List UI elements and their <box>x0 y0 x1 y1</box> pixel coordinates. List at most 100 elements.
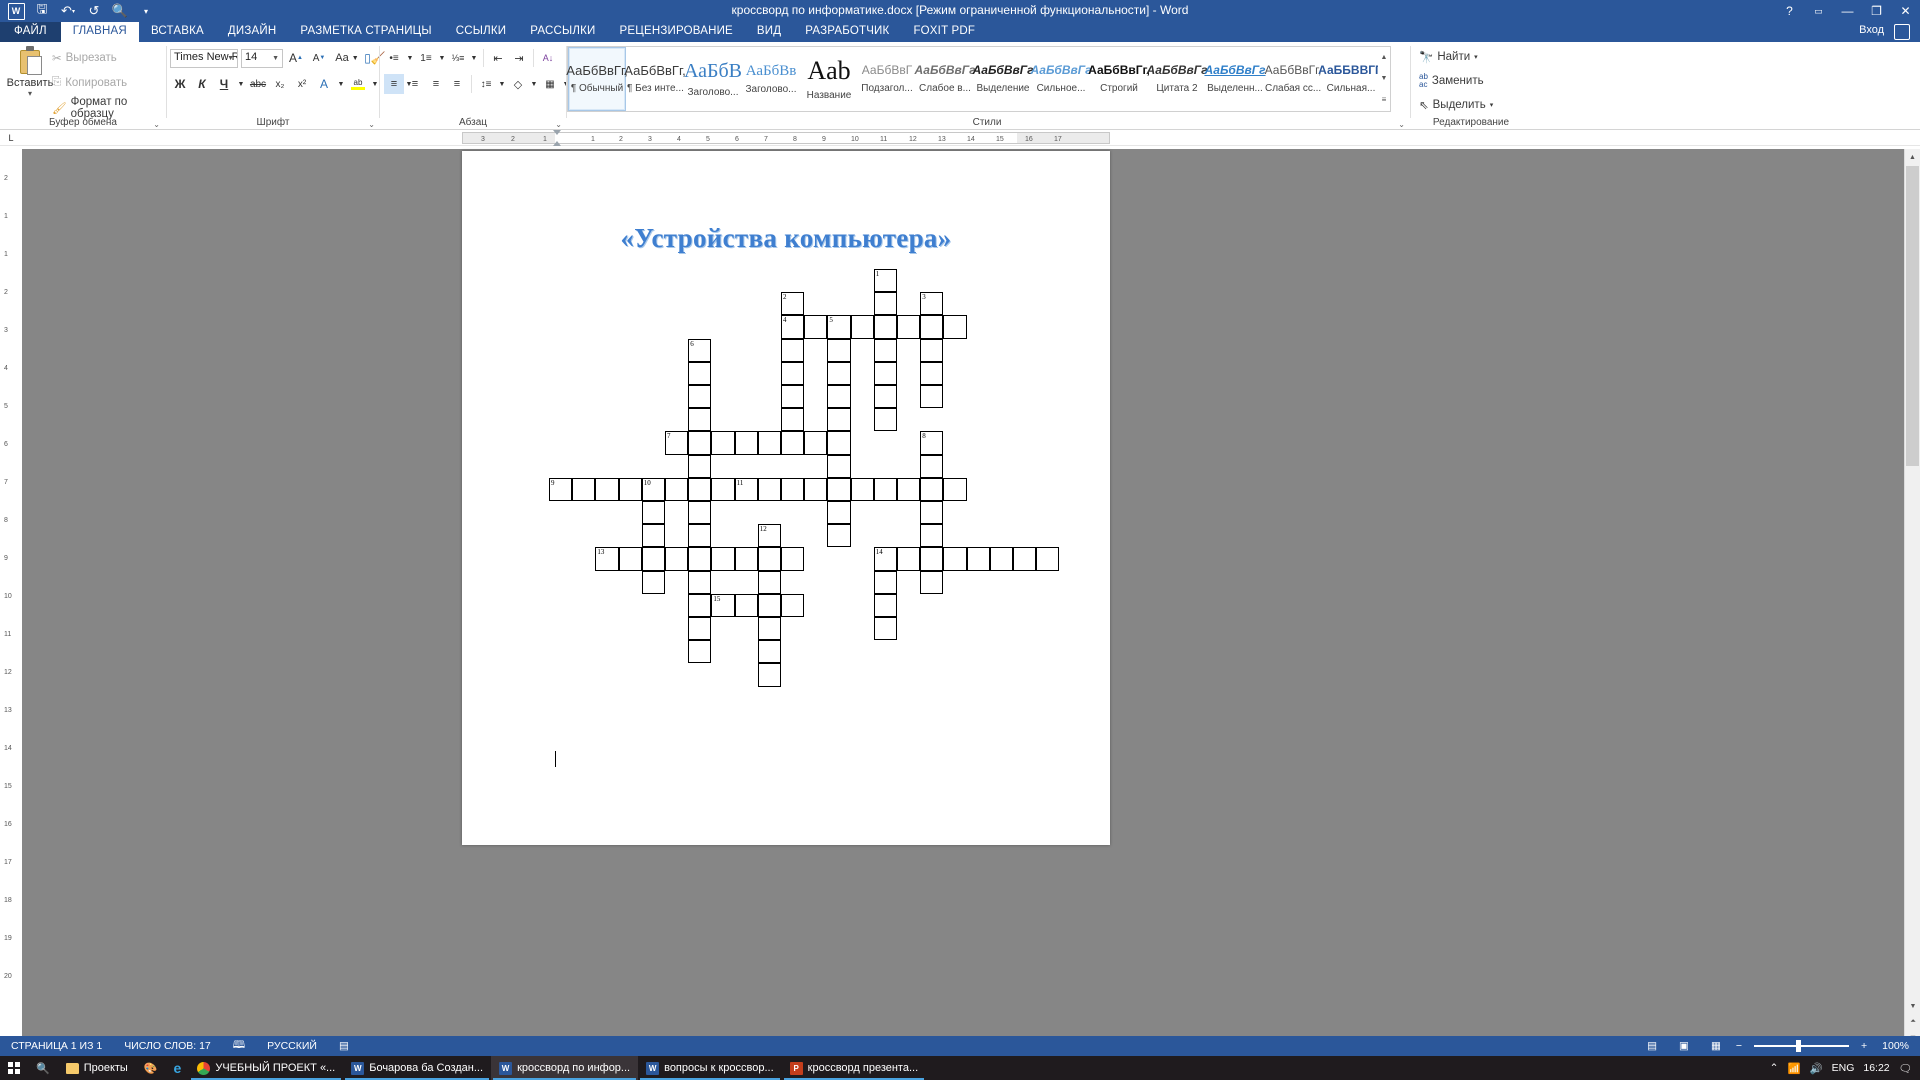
crossword-cell[interactable] <box>781 547 805 571</box>
file-explorer-button[interactable]: Проекты <box>58 1056 136 1080</box>
tray-language[interactable]: ENG <box>1832 1062 1855 1074</box>
crossword-cell[interactable] <box>757 663 781 687</box>
crossword-cell[interactable] <box>757 617 781 641</box>
taskbar-item-0[interactable]: УЧЕБНЫЙ ПРОЕКТ «... <box>189 1056 343 1080</box>
sort-button[interactable]: А↓ <box>538 48 558 68</box>
bold-button[interactable]: Ж <box>170 74 190 94</box>
crossword-cell[interactable] <box>827 431 851 455</box>
crossword-cell[interactable] <box>688 640 712 664</box>
text-effects-button[interactable]: A <box>314 74 334 94</box>
crossword-cell[interactable] <box>688 501 712 525</box>
crossword-cell[interactable]: 4 <box>781 315 805 339</box>
account-icon[interactable] <box>1894 24 1910 40</box>
crossword-cell[interactable] <box>920 501 944 525</box>
crossword-cell[interactable] <box>711 547 735 571</box>
crossword-cell[interactable] <box>781 338 805 362</box>
tab-4[interactable]: РАЗМЕТКА СТРАНИЦЫ <box>288 22 443 42</box>
taskbar-item-4[interactable]: Pкроссворд презента... <box>782 1056 927 1080</box>
crossword-cell[interactable] <box>618 547 642 571</box>
zoom-level[interactable]: 100% <box>1871 1040 1920 1052</box>
crossword-cell[interactable] <box>827 385 851 409</box>
crossword-cell[interactable] <box>873 570 897 594</box>
bullets-dropdown-icon[interactable]: ▼ <box>405 48 415 68</box>
crossword-cell[interactable] <box>943 477 967 501</box>
crossword-cell[interactable] <box>943 547 967 571</box>
crossword-cell[interactable] <box>595 477 619 501</box>
crossword-cell[interactable]: 15 <box>711 593 735 617</box>
start-button[interactable] <box>0 1056 28 1080</box>
crossword-cell[interactable] <box>688 570 712 594</box>
crossword-cell[interactable] <box>1013 547 1037 571</box>
sign-in-label[interactable]: Вход <box>1859 24 1884 36</box>
crossword-cell[interactable] <box>1036 547 1060 571</box>
change-case-button[interactable]: Aa ▼ <box>332 48 362 68</box>
cut-button[interactable]: ✂ Вырезать <box>52 48 166 67</box>
superscript-button[interactable]: x² <box>292 74 312 94</box>
crossword-cell[interactable]: 8 <box>920 431 944 455</box>
style-item-3[interactable]: АаБбВв Заголово... <box>742 47 800 111</box>
crossword-cell[interactable] <box>641 524 665 548</box>
paint-button[interactable]: 🎨 <box>136 1056 166 1080</box>
crossword-cell[interactable] <box>688 477 712 501</box>
crossword-cell[interactable]: 14 <box>873 547 897 571</box>
crossword-cell[interactable] <box>688 524 712 548</box>
crossword-cell[interactable] <box>641 547 665 571</box>
crossword-cell[interactable] <box>920 570 944 594</box>
crossword-cell[interactable] <box>688 593 712 617</box>
crossword-cell[interactable] <box>711 477 735 501</box>
line-spacing-dropdown-icon[interactable]: ▼ <box>497 74 507 94</box>
language-indicator[interactable]: РУССКИЙ <box>256 1040 328 1052</box>
style-item-12[interactable]: АаБбВвГг, Слабая сс... <box>1264 47 1322 111</box>
horizontal-ruler[interactable]: 3 2 1 1 2 3 4 5 6 7 8 9 10 11 12 13 14 15 16 17 <box>462 130 1110 146</box>
crossword-cell[interactable] <box>827 338 851 362</box>
crossword-cell[interactable] <box>966 547 990 571</box>
crossword-cell[interactable] <box>618 477 642 501</box>
scroll-down-icon[interactable]: ▼ <box>1905 998 1920 1014</box>
styles-scrollbar[interactable]: ▲ ▼ ≡ <box>1378 46 1391 112</box>
crossword-cell[interactable] <box>688 385 712 409</box>
crossword-cell[interactable] <box>757 640 781 664</box>
crossword-cell[interactable] <box>873 361 897 385</box>
restore-icon[interactable]: ❐ <box>1862 0 1891 22</box>
crossword-cell[interactable] <box>873 408 897 432</box>
crossword-cell[interactable] <box>827 361 851 385</box>
crossword-cell[interactable]: 12 <box>757 524 781 548</box>
crossword-cell[interactable] <box>873 338 897 362</box>
crossword-cell[interactable] <box>688 408 712 432</box>
taskbar-item-1[interactable]: W Бочарова ба Создан... <box>343 1056 491 1080</box>
crossword-cell[interactable] <box>920 454 944 478</box>
text-effects-dropdown-icon[interactable]: ▼ <box>336 74 346 94</box>
taskbar-item-2[interactable]: Wкроссворд по инфор... <box>491 1056 639 1080</box>
shading-dropdown-icon[interactable]: ▼ <box>529 74 539 94</box>
crossword-cell[interactable] <box>804 315 828 339</box>
crossword-cell[interactable]: 13 <box>595 547 619 571</box>
crossword-cell[interactable] <box>781 361 805 385</box>
crossword-cell[interactable] <box>688 431 712 455</box>
tab-2[interactable]: ВСТАВКА <box>139 22 216 42</box>
paragraph-dialog-launcher[interactable]: ⌄ <box>555 120 562 129</box>
crossword-cell[interactable] <box>920 338 944 362</box>
search-button[interactable]: 🔍 <box>28 1056 58 1080</box>
scroll-thumb[interactable] <box>1906 166 1919 466</box>
decrease-indent-button[interactable]: ⇤ <box>488 48 508 68</box>
underline-dropdown-icon[interactable]: ▼ <box>236 74 246 94</box>
styles-scroll-up-icon[interactable]: ▲ <box>1378 47 1390 68</box>
word-count[interactable]: ЧИСЛО СЛОВ: 17 <box>113 1040 222 1052</box>
scroll-up-icon[interactable]: ▲ <box>1905 149 1920 165</box>
crossword-cell[interactable] <box>827 408 851 432</box>
crossword-cell[interactable] <box>665 547 689 571</box>
crossword-cell[interactable] <box>688 617 712 641</box>
crossword-cell[interactable] <box>757 593 781 617</box>
crossword-cell[interactable] <box>920 547 944 571</box>
zoom-slider-thumb[interactable] <box>1796 1040 1801 1052</box>
shrink-font-button[interactable]: A ▼ <box>309 48 329 68</box>
crossword-cell[interactable] <box>804 431 828 455</box>
crossword-cell[interactable]: 3 <box>920 292 944 316</box>
crossword-cell[interactable] <box>873 477 897 501</box>
style-item-10[interactable]: АаБбВвГг Цитата 2 <box>1146 47 1207 111</box>
crossword-cell[interactable] <box>757 547 781 571</box>
first-line-indent-marker[interactable] <box>553 130 561 135</box>
document-page[interactable]: «Устройства компьютера» 1 2 3 4 5 6 7 8 9 10 11 12 1… <box>462 151 1110 845</box>
tab-8[interactable]: ВИД <box>745 22 793 42</box>
macro-record-icon[interactable]: ▤ <box>328 1040 360 1052</box>
